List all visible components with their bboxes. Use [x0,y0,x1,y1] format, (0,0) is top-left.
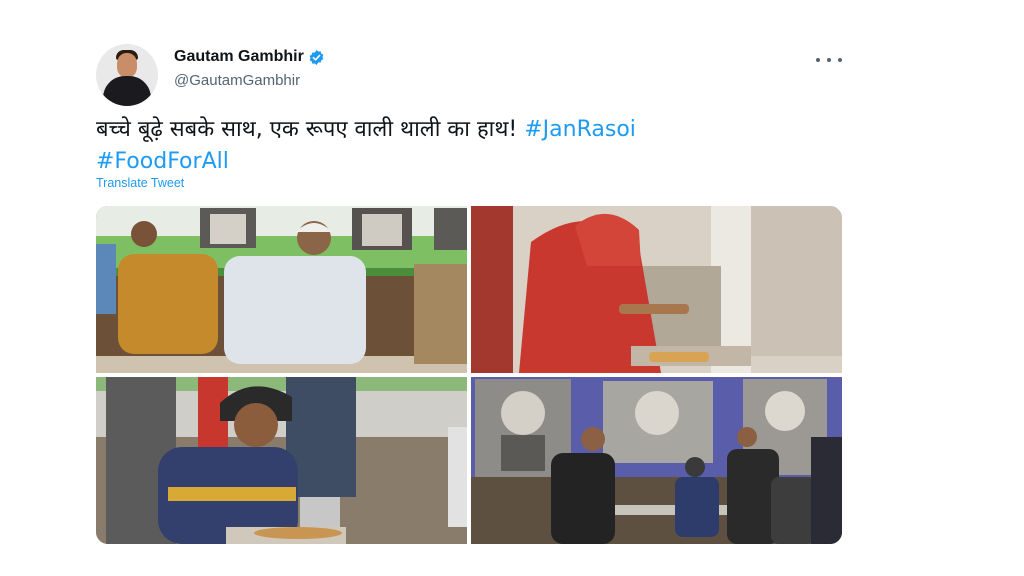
verified-badge-icon [309,49,324,65]
hashtag-janrasoi[interactable]: #JanRasoi [524,117,636,142]
avatar[interactable] [96,44,158,106]
avatar-body [103,76,151,106]
more-dot [838,58,842,62]
photo-elderly-men-counter[interactable] [96,206,467,373]
tweet-text-main: बच्चे बूढ़े सबके साथ, एक रूपए वाली थाली … [96,117,518,142]
photo-dining-hall-portraits[interactable] [471,377,842,544]
tweet-text: बच्चे बूढ़े सबके साथ, एक रूपए वाली थाली … [96,114,842,178]
author-name-row: Gautam Gambhir [174,48,325,66]
hashtag-foodforall[interactable]: #FoodForAll [96,149,229,174]
more-dot [816,58,820,62]
more-horizontal-icon[interactable] [816,52,842,68]
translate-tweet-link[interactable]: Translate Tweet [96,176,184,190]
more-dot [827,58,831,62]
media-grid [96,206,842,544]
photo-child-eating[interactable] [96,377,467,544]
photo-woman-red-saree[interactable] [471,206,842,373]
avatar-head [117,53,137,77]
author-name[interactable]: Gautam Gambhir [174,48,304,66]
author-handle[interactable]: @GautamGambhir [174,72,300,89]
